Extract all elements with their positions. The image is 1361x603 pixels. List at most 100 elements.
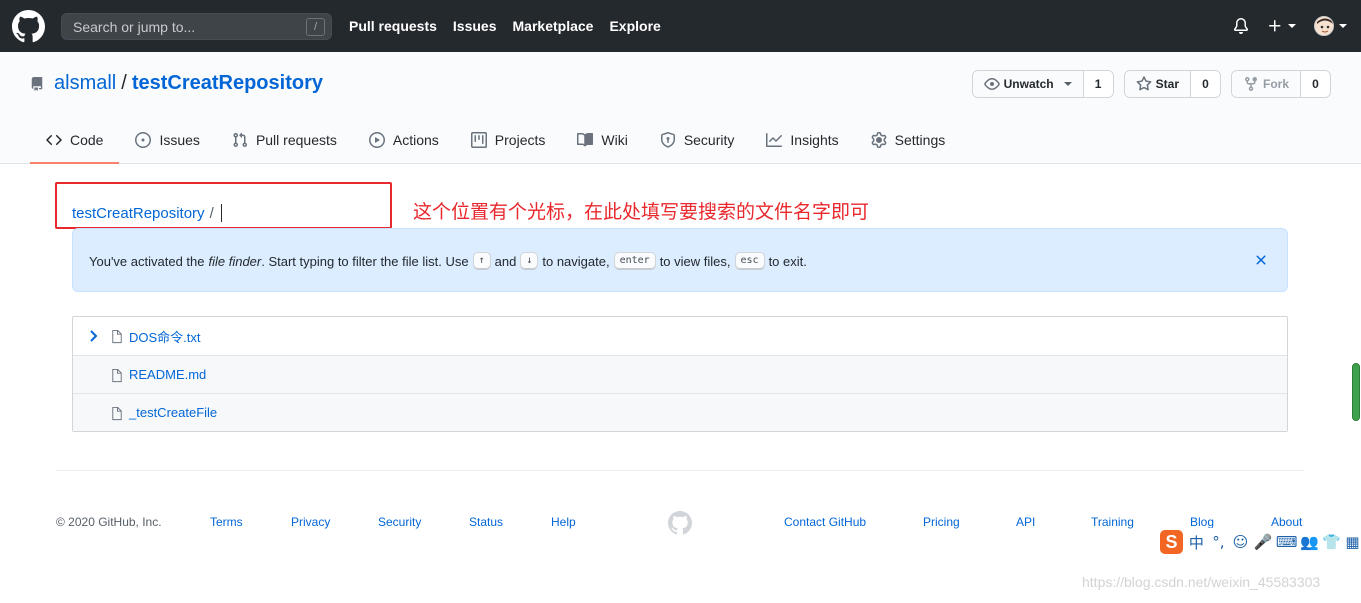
repo-header: alsmall / testCreatRepository Unwatch 1 … <box>0 52 1361 164</box>
user-menu[interactable] <box>1314 16 1347 36</box>
graph-icon <box>766 133 783 147</box>
list-item[interactable]: README.md <box>73 355 1287 393</box>
flash-text-1: You've activated the <box>89 253 205 269</box>
chevron-down-icon <box>1288 24 1296 28</box>
tab-label: Projects <box>494 132 546 148</box>
sogou-logo-icon[interactable]: S <box>1160 530 1183 554</box>
chevron-down-icon <box>1063 82 1072 86</box>
play-icon <box>368 132 385 148</box>
footer-link-training[interactable]: Training <box>1091 515 1134 529</box>
file-finder-results: DOS命令.txt README.md _testCreateFile <box>72 316 1288 432</box>
tab-insights[interactable]: Insights <box>750 118 854 164</box>
close-icon[interactable] <box>1253 252 1269 268</box>
tab-security[interactable]: Security <box>644 118 751 164</box>
keyboard-icon[interactable]: ⌨ <box>1276 533 1298 551</box>
issue-icon <box>135 132 152 148</box>
plus-icon[interactable] <box>1267 18 1296 34</box>
repo-title: alsmall / testCreatRepository <box>30 72 323 95</box>
gear-icon <box>871 132 887 148</box>
tab-wiki[interactable]: Wiki <box>561 118 643 164</box>
repo-actions: Unwatch 1 Star 0 Fork 0 <box>971 70 1331 98</box>
fork-button[interactable]: Fork <box>1231 71 1301 97</box>
file-link[interactable]: README.md <box>129 367 206 382</box>
fork-icon <box>1244 77 1257 92</box>
nav-marketplace[interactable]: Marketplace <box>513 18 594 34</box>
kbd-up: ↑ <box>472 252 491 270</box>
github-logo-icon[interactable] <box>12 10 45 43</box>
footer-link-blog[interactable]: Blog <box>1190 515 1214 529</box>
watchers-count[interactable]: 1 <box>1083 71 1113 97</box>
tab-label: Issues <box>159 132 200 148</box>
scrollbar-thumb[interactable] <box>1352 363 1360 421</box>
footer-copyright: © 2020 GitHub, Inc. <box>56 515 162 529</box>
unwatch-label: Unwatch <box>1003 77 1054 91</box>
pull-request-icon <box>233 132 247 148</box>
ime-toolbar: S 中 °, ☺ 🎤 ⌨ 👥 👕 ▦ <box>1156 528 1361 556</box>
tab-actions[interactable]: Actions <box>353 118 455 164</box>
project-icon <box>470 132 487 148</box>
github-mark-icon[interactable] <box>668 511 692 535</box>
file-icon <box>112 329 122 344</box>
footer-link-security[interactable]: Security <box>378 515 421 529</box>
global-header: / Pull requests Issues Marketplace Explo… <box>0 0 1361 52</box>
footer-link-api[interactable]: API <box>1016 515 1035 529</box>
microphone-icon[interactable]: 🎤 <box>1254 533 1273 551</box>
chevron-right-icon <box>90 330 98 342</box>
tab-label: Actions <box>392 132 439 148</box>
list-item[interactable]: _testCreateFile <box>73 393 1287 431</box>
star-label: Star <box>1155 77 1179 91</box>
flash-text-5: to navigate, <box>542 253 610 269</box>
annotation-note: 这个位置有个光标，在此处填写要搜索的文件名字即可 <box>413 201 870 223</box>
footer-link-terms[interactable]: Terms <box>210 515 243 529</box>
forks-count[interactable]: 0 <box>1301 71 1330 97</box>
list-item[interactable]: DOS命令.txt <box>73 317 1287 355</box>
footer-link-about[interactable]: About <box>1271 515 1302 529</box>
repo-owner-link[interactable]: alsmall <box>54 72 116 95</box>
file-icon <box>112 406 122 421</box>
footer-link-status[interactable]: Status <box>469 515 503 529</box>
tab-pull-requests[interactable]: Pull requests <box>216 118 353 164</box>
nav-explore[interactable]: Explore <box>609 18 660 34</box>
book-icon <box>577 132 594 147</box>
file-link[interactable]: _testCreateFile <box>129 405 217 420</box>
unwatch-button[interactable]: Unwatch <box>972 71 1084 97</box>
fork-label: Fork <box>1262 77 1289 91</box>
file-finder-flash: You've activated the file finder. Start … <box>72 228 1288 292</box>
file-finder-input[interactable] <box>220 204 222 222</box>
grid-icon[interactable]: ▦ <box>1344 533 1361 551</box>
search-box[interactable]: / <box>61 13 332 40</box>
file-link[interactable]: DOS命令.txt <box>129 327 201 346</box>
footer-link-contact[interactable]: Contact GitHub <box>784 515 866 529</box>
search-input[interactable] <box>62 14 331 39</box>
bell-icon[interactable] <box>1233 18 1249 34</box>
tab-label: Code <box>70 132 104 148</box>
tab-code[interactable]: Code <box>30 118 120 164</box>
repo-name-link[interactable]: testCreatRepository <box>132 72 323 95</box>
watch-group: Unwatch 1 <box>971 70 1114 98</box>
star-icon <box>1136 76 1152 91</box>
repo-tabs: Code Issues Pull requests Actions Projec… <box>30 118 961 164</box>
star-button[interactable]: Star <box>1124 71 1191 97</box>
ime-chinese-mode[interactable]: 中 <box>1188 532 1205 553</box>
footer-link-help[interactable]: Help <box>551 515 576 529</box>
shirt-icon[interactable]: 👕 <box>1322 533 1341 551</box>
finder-breadcrumb-separator: / <box>209 204 214 222</box>
tab-projects[interactable]: Projects <box>455 118 562 164</box>
finder-repo-link[interactable]: testCreatRepository <box>72 205 205 222</box>
nav-issues[interactable]: Issues <box>453 18 497 34</box>
flash-text-6: to view files, <box>659 253 731 269</box>
flash-text-3: . Start typing to filter the file list. … <box>261 253 469 269</box>
users-icon[interactable]: 👥 <box>1300 533 1319 551</box>
tab-settings[interactable]: Settings <box>855 118 962 164</box>
stars-count[interactable]: 0 <box>1190 71 1220 97</box>
tab-issues[interactable]: Issues <box>119 118 215 164</box>
nav-pull-requests[interactable]: Pull requests <box>349 18 437 34</box>
ime-punctuation[interactable]: °, <box>1210 533 1227 551</box>
footer-link-pricing[interactable]: Pricing <box>923 515 960 529</box>
shield-icon <box>660 132 675 148</box>
tab-label: Settings <box>894 132 946 148</box>
footer-link-privacy[interactable]: Privacy <box>291 515 330 529</box>
kbd-esc: esc <box>734 252 765 270</box>
watermark: https://blog.csdn.net/weixin_45583303 <box>1082 574 1321 590</box>
emoji-icon[interactable]: ☺ <box>1232 533 1249 551</box>
